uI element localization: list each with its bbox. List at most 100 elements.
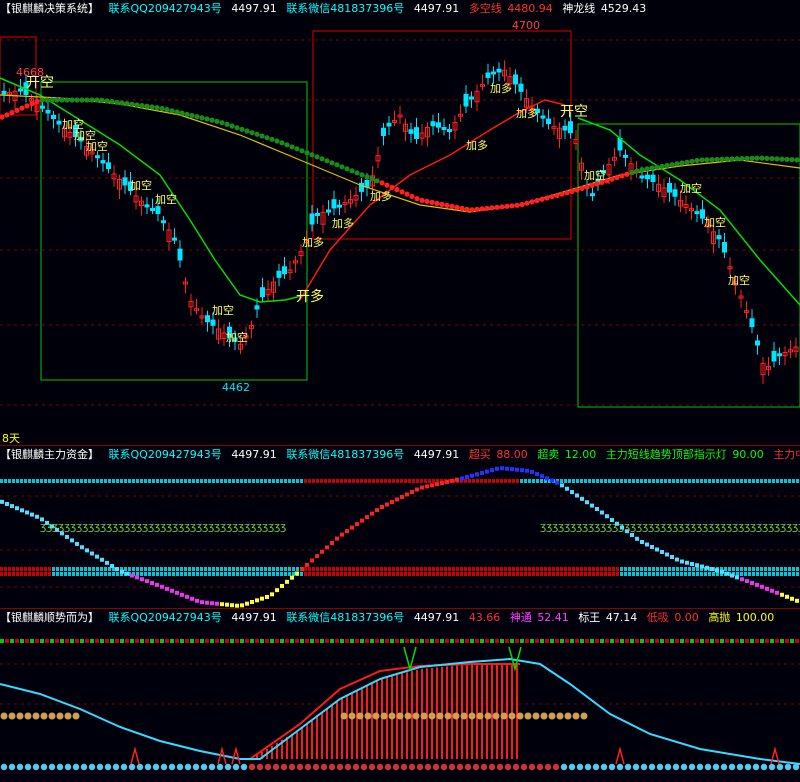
bottom-dot [256, 763, 264, 771]
momentum-dot [550, 478, 554, 483]
momentum-dot [115, 567, 119, 572]
long-trend-label: 主力中长线趋势 [773, 448, 800, 461]
trend-dot [159, 105, 165, 112]
band-block [204, 479, 207, 483]
trend-following-panel[interactable]: 【银麒麟顺势而为】 联系QQ209427943号 4497.91 联系微信481… [0, 608, 800, 782]
top-band [50, 639, 54, 643]
band-block [688, 572, 691, 576]
top-band [570, 639, 574, 643]
band-block [392, 567, 395, 571]
momentum-dot [610, 518, 614, 522]
trend-dot [219, 120, 225, 126]
top-band [475, 639, 479, 643]
band-block [588, 572, 591, 576]
top-band [305, 639, 309, 643]
candle-body [722, 242, 727, 253]
band-block [692, 567, 695, 571]
band-block [692, 479, 695, 483]
band-block [44, 567, 47, 571]
main-price-chart[interactable]: 【银麒麟决策系统】 联系QQ209427943号 4497.91 联系微信481… [0, 0, 800, 445]
band-block [340, 572, 343, 576]
band-block [516, 572, 519, 576]
top-band [450, 639, 454, 643]
candle-body [755, 340, 760, 346]
top-band [500, 639, 504, 643]
band-block [288, 572, 291, 576]
momentum-dot [660, 550, 664, 554]
top-band [470, 639, 474, 643]
band-block [52, 572, 55, 576]
band-block [660, 479, 663, 483]
trend-dot [224, 121, 230, 127]
momentum-dot [180, 592, 184, 597]
bottom-dot [424, 763, 432, 771]
signal-jiaduo: 加多 [466, 139, 488, 152]
bottom-dot [336, 763, 344, 771]
trend-dot [629, 170, 635, 176]
band-block [396, 567, 399, 571]
candle-body [1, 90, 7, 95]
band-block [156, 479, 159, 483]
gold-dot [500, 712, 508, 720]
candle-body [331, 199, 337, 209]
band-block [344, 567, 347, 571]
candle-body [150, 208, 155, 212]
shentong-value: 52.41 [537, 611, 569, 624]
trend-dot [479, 206, 485, 212]
momentum-dot [120, 569, 124, 574]
top-band [595, 639, 599, 643]
trend-dot [114, 99, 120, 105]
candle-body [260, 287, 265, 298]
band-block [664, 567, 667, 571]
bottom-dot [776, 763, 784, 771]
momentum-dot [110, 564, 114, 568]
trend-dot [59, 97, 65, 103]
candle-body [205, 315, 210, 323]
bottom-dot [136, 763, 144, 771]
band-block [472, 572, 475, 576]
candle-body [667, 183, 672, 193]
band-block [136, 479, 139, 483]
top-band [85, 639, 89, 643]
band-block [68, 567, 71, 571]
band-block [584, 567, 587, 571]
band-block [408, 479, 411, 483]
bottom-dot [144, 763, 152, 771]
band-block [684, 479, 687, 483]
band-block [728, 479, 731, 483]
momentum-dot [775, 590, 779, 595]
band-block [140, 479, 143, 483]
top-band [725, 639, 729, 643]
capital-flow-panel[interactable]: 【银麒麟主力资金】 联系QQ209427943号 4497.91 联系微信481… [0, 445, 800, 609]
band-block [124, 479, 127, 483]
band-block [156, 572, 159, 576]
band-block [24, 572, 27, 576]
band-block [612, 572, 615, 576]
capital-flow-plot: ʒʒʒʒʒʒʒʒʒʒʒʒʒʒʒʒʒʒʒʒʒʒʒʒʒʒʒʒʒʒʒʒʒʒʒʒʒʒʒʒ… [0, 466, 800, 608]
band-block [348, 479, 351, 483]
top-band [515, 639, 519, 643]
momentum-dot [195, 598, 199, 603]
top-band [770, 639, 774, 643]
band-block [356, 567, 359, 571]
trend-dot [784, 156, 790, 162]
band-block [480, 567, 483, 571]
bottom-dot [16, 763, 24, 771]
band-block [332, 479, 335, 483]
band-block [156, 567, 159, 571]
trend-dot [414, 196, 420, 202]
band-block [360, 572, 363, 576]
momentum-dot [460, 476, 464, 481]
bottom-dot [520, 763, 528, 771]
bottom-dot [592, 763, 600, 771]
band-block [36, 479, 39, 483]
momentum-dot [500, 466, 504, 471]
momentum-dot [40, 517, 44, 522]
band-block [400, 479, 403, 483]
band-block [608, 572, 611, 576]
band-block [112, 479, 115, 483]
band-block [596, 567, 599, 571]
band-block [524, 479, 527, 483]
band-block [468, 479, 471, 483]
trend-dot [189, 112, 195, 119]
